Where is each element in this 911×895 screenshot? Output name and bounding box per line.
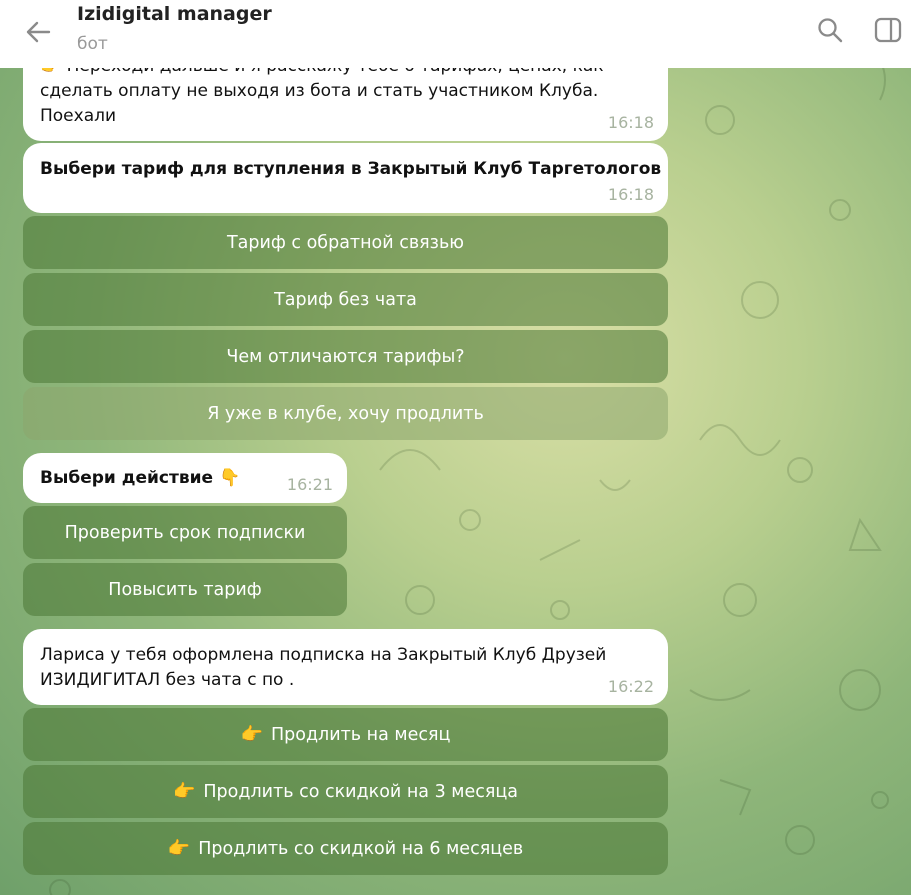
message-time: 16:21: [286, 475, 333, 494]
pointing-right-icon: 👉: [172, 781, 196, 802]
back-button[interactable]: [20, 14, 56, 50]
message-text: Выбери действие 👇: [40, 468, 241, 488]
inline-button-label: Продлить со скидкой на 3 месяца: [203, 781, 519, 802]
chat-subtitle: бот: [77, 34, 108, 54]
message-bubble: Лариса у тебя оформлена подписка на Закр…: [23, 629, 668, 705]
inline-button-label: Продлить со скидкой на 6 месяцев: [198, 838, 524, 859]
chat-header: Izidigital manager бот: [0, 0, 911, 68]
message-text: Выбери тариф для вступления в Закрытый К…: [40, 159, 662, 179]
inline-button-tariff-feedback[interactable]: Тариф с обратной связью: [23, 216, 668, 269]
chat-title[interactable]: Izidigital manager: [77, 3, 272, 25]
arrow-left-icon: [26, 21, 51, 43]
inline-button-upgrade-tariff[interactable]: Повысить тариф: [23, 563, 347, 616]
search-icon: [818, 18, 843, 43]
sidebar-panel-icon: [874, 17, 902, 43]
inline-button-tariff-no-chat[interactable]: Тариф без чата: [23, 273, 668, 326]
message-bubble: Выбери действие 👇 16:21: [23, 453, 347, 503]
inline-button-label: Продлить на месяц: [270, 724, 451, 745]
pointing-right-icon: 👉: [167, 838, 191, 859]
inline-button-tariff-difference[interactable]: Чем отличаются тарифы?: [23, 330, 668, 383]
pointing-right-icon: 👉: [240, 724, 263, 745]
message-text-line: Поехали: [40, 106, 117, 126]
message-text-line: ИЗИДИГИТАЛ без чата с по .: [40, 670, 295, 690]
inline-button-renew-6-months[interactable]: 👉 Продлить со скидкой на 6 месяцев: [23, 822, 668, 875]
message-time: 16:18: [607, 113, 654, 132]
message-text-line: сделать оплату не выходя из бота и стать…: [40, 81, 599, 101]
inline-button-renew-membership[interactable]: Я уже в клубе, хочу продлить: [23, 387, 668, 440]
inline-button-renew-month[interactable]: 👉 Продлить на месяц: [23, 708, 668, 761]
inline-button-renew-3-months[interactable]: 👉 Продлить со скидкой на 3 месяца: [23, 765, 668, 818]
message-bubble: Выбери тариф для вступления в Закрытый К…: [23, 143, 668, 213]
message-text-line: Лариса у тебя оформлена подписка на Закр…: [40, 645, 607, 665]
search-button[interactable]: [812, 12, 848, 48]
message-time: 16:18: [607, 185, 654, 204]
inline-button-check-subscription[interactable]: Проверить срок подписки: [23, 506, 347, 559]
message-time: 16:22: [607, 677, 654, 696]
sidebar-toggle-button[interactable]: [870, 12, 906, 48]
